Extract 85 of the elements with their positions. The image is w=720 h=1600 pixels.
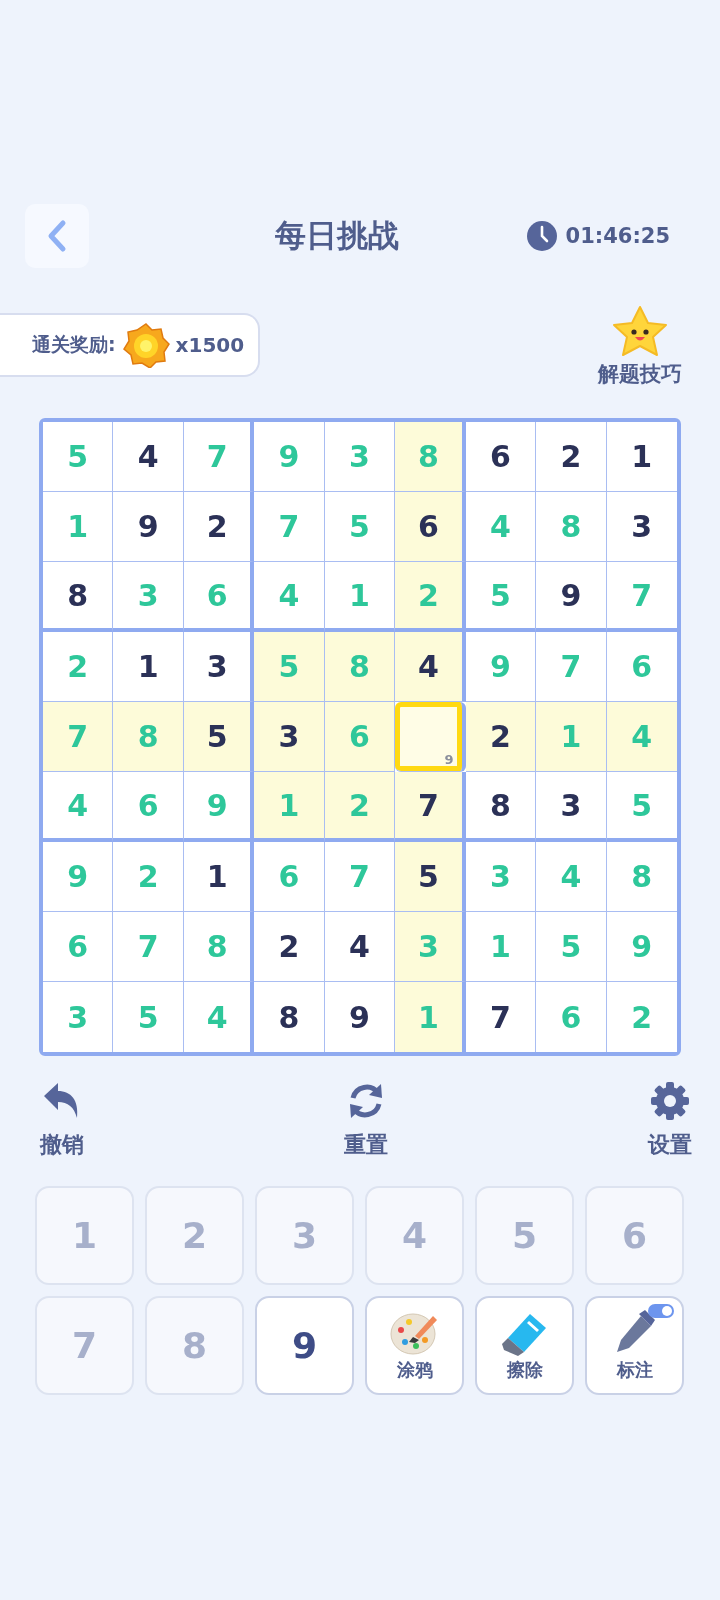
sudoku-cell[interactable]: 9 [43, 842, 114, 912]
sudoku-cell[interactable]: 2 [113, 842, 184, 912]
sudoku-cell[interactable]: 3 [113, 562, 184, 632]
sudoku-cell[interactable]: 6 [113, 772, 184, 842]
coin-icon [121, 322, 170, 368]
sudoku-cell[interactable]: 9 [536, 562, 607, 632]
sudoku-cell[interactable]: 9 [465, 632, 537, 702]
clock-icon [525, 220, 558, 252]
undo-button[interactable]: 撤销 [40, 1080, 84, 1160]
sudoku-cell[interactable]: 2 [43, 632, 114, 702]
sudoku-cell[interactable]: 4 [254, 562, 325, 632]
sudoku-cell[interactable]: 3 [254, 702, 325, 772]
pencil-note: 9 [444, 752, 454, 767]
sudoku-cell[interactable]: 3 [536, 772, 607, 842]
timer-text: 01:46:25 [565, 224, 670, 248]
sudoku-cell[interactable]: 2 [465, 702, 537, 772]
settings-icon [649, 1080, 691, 1122]
sudoku-cell[interactable]: 2 [183, 492, 255, 562]
sudoku-cell[interactable]: 8 [43, 562, 114, 632]
sudoku-cell[interactable]: 7 [536, 632, 607, 702]
sudoku-cell[interactable]: 6 [395, 492, 466, 562]
sudoku-cell[interactable]: 7 [324, 842, 396, 912]
doodle-tool-button[interactable]: 涂鸦 [365, 1296, 464, 1395]
settings-button[interactable]: 设置 [648, 1080, 692, 1160]
number-key[interactable]: 9 [255, 1296, 354, 1395]
sudoku-cell[interactable]: 5 [395, 842, 466, 912]
sudoku-cell[interactable]: 3 [465, 842, 537, 912]
sudoku-cell[interactable]: 8 [465, 772, 537, 842]
sudoku-cell[interactable]: 8 [183, 912, 255, 982]
sudoku-cell[interactable]: 3 [324, 422, 396, 492]
sudoku-cell[interactable]: 4 [606, 702, 677, 772]
sudoku-cell[interactable]: 1 [324, 562, 396, 632]
mark-tool-button[interactable]: 标注 [585, 1296, 684, 1395]
sudoku-cell[interactable]: 4 [43, 772, 114, 842]
sudoku-cell[interactable]: 7 [254, 492, 325, 562]
sudoku-cell[interactable]: 9 [395, 702, 466, 772]
reset-button[interactable]: 重置 [344, 1080, 388, 1160]
sudoku-cell[interactable]: 9 [254, 422, 325, 492]
sudoku-cell[interactable]: 6 [254, 842, 325, 912]
sudoku-cell[interactable]: 8 [113, 702, 184, 772]
sudoku-cell[interactable]: 4 [395, 632, 466, 702]
sudoku-cell[interactable]: 1 [536, 702, 607, 772]
sudoku-cell[interactable]: 1 [254, 772, 325, 842]
sudoku-cell[interactable]: 5 [324, 492, 396, 562]
sudoku-cell[interactable]: 1 [465, 912, 537, 982]
sudoku-cell[interactable]: 3 [183, 632, 255, 702]
sudoku-cell[interactable]: 1 [395, 982, 466, 1052]
sudoku-cell[interactable]: 5 [43, 422, 114, 492]
sudoku-cell[interactable]: 6 [183, 562, 255, 632]
sudoku-cell[interactable]: 4 [113, 422, 184, 492]
sudoku-cell[interactable]: 5 [183, 702, 255, 772]
reward-label: 通关奖励: [32, 332, 116, 357]
sudoku-cell[interactable]: 1 [606, 422, 677, 492]
sudoku-cell[interactable]: 3 [395, 912, 466, 982]
sudoku-cell[interactable]: 9 [113, 492, 184, 562]
page-title: 每日挑战 [274, 216, 401, 255]
sudoku-cell[interactable]: 2 [395, 562, 466, 632]
sudoku-cell[interactable]: 1 [113, 632, 184, 702]
sudoku-cell[interactable]: 4 [324, 912, 396, 982]
sudoku-cell[interactable]: 2 [324, 772, 396, 842]
sudoku-cell[interactable]: 4 [536, 842, 607, 912]
sudoku-cell[interactable]: 7 [395, 772, 466, 842]
sudoku-cell[interactable]: 5 [536, 912, 607, 982]
sudoku-cell[interactable]: 8 [536, 492, 607, 562]
sudoku-cell[interactable]: 7 [113, 912, 184, 982]
sudoku-cell[interactable]: 4 [465, 492, 537, 562]
sudoku-cell[interactable]: 5 [465, 562, 537, 632]
sudoku-cell[interactable]: 7 [43, 702, 114, 772]
sudoku-cell[interactable]: 2 [536, 422, 607, 492]
sudoku-cell[interactable]: 2 [254, 912, 325, 982]
sudoku-cell[interactable]: 6 [43, 912, 114, 982]
sudoku-cell[interactable]: 6 [465, 422, 537, 492]
erase-tool-button[interactable]: 擦除 [475, 1296, 574, 1395]
reward-amount: x1500 [175, 333, 245, 357]
sudoku-cell[interactable]: 1 [43, 492, 114, 562]
sudoku-cell[interactable]: 6 [324, 702, 396, 772]
sudoku-cell[interactable]: 7 [183, 422, 255, 492]
sudoku-cell[interactable]: 1 [183, 842, 255, 912]
sudoku-cell[interactable]: 8 [324, 632, 396, 702]
sudoku-cell[interactable]: 9 [183, 772, 255, 842]
sudoku-cell[interactable]: 3 [43, 982, 114, 1052]
sudoku-cell[interactable]: 8 [395, 422, 466, 492]
toggle-switch[interactable] [648, 1304, 674, 1318]
tips-button[interactable]: 解题技巧 [598, 304, 682, 388]
sudoku-cell[interactable]: 5 [254, 632, 325, 702]
